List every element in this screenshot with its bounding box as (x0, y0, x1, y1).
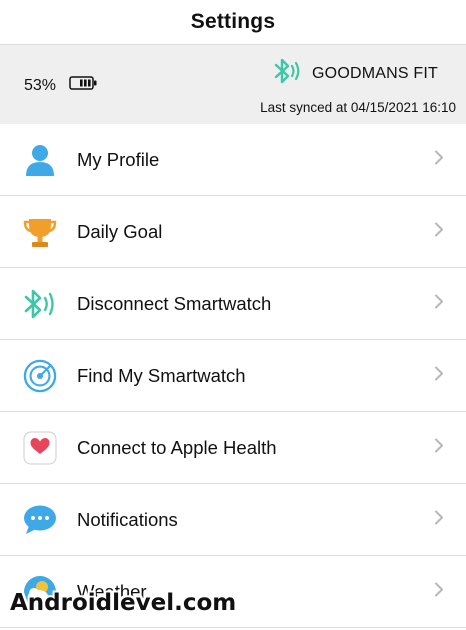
chevron-right-icon (434, 437, 444, 458)
menu-item-label: Connect to Apple Health (77, 436, 277, 458)
page-title: Settings (190, 10, 276, 33)
chevron-right-icon (434, 365, 444, 386)
menu-item-label: Find My Smartwatch (77, 364, 246, 386)
bluetooth-icon (23, 287, 57, 321)
chevron-right-icon (434, 509, 444, 530)
device-name: GOODMANS FIT (312, 64, 438, 82)
menu-item-daily-goal[interactable]: Daily Goal (0, 196, 466, 268)
watermark-text: Androidlevel.com (10, 590, 237, 616)
chevron-right-icon (434, 149, 444, 170)
menu-item-disconnect-smartwatch[interactable]: Disconnect Smartwatch (0, 268, 466, 340)
chevron-right-icon (434, 581, 444, 602)
settings-list: My Profile Daily Goal Disconnect Smartwa… (0, 124, 466, 628)
chevron-right-icon (434, 293, 444, 314)
bluetooth-icon (272, 57, 302, 90)
menu-item-my-profile[interactable]: My Profile (0, 124, 466, 196)
menu-item-label: Notifications (77, 508, 178, 530)
chevron-right-icon (434, 221, 444, 242)
battery-percentage: 53% (24, 76, 57, 94)
menu-item-label: Disconnect Smartwatch (77, 292, 272, 314)
device-status-panel: 53% GOODMANS FIT Last synced at 04/15/20… (0, 44, 466, 124)
menu-item-label: Daily Goal (77, 220, 163, 242)
last-synced-text: Last synced at 04/15/2021 16:10 (260, 100, 456, 115)
connected-device: GOODMANS FIT (272, 57, 438, 90)
health-heart-icon (23, 430, 57, 465)
menu-item-label: My Profile (77, 148, 160, 170)
battery-status: 53% (24, 76, 97, 95)
menu-item-notifications[interactable]: Notifications (0, 484, 466, 556)
menu-item-apple-health[interactable]: Connect to Apple Health (0, 412, 466, 484)
chat-bubble-icon (23, 503, 57, 537)
battery-icon (69, 76, 97, 95)
menu-item-find-my-smartwatch[interactable]: Find My Smartwatch (0, 340, 466, 412)
person-icon (23, 143, 57, 177)
trophy-icon (23, 215, 57, 249)
radar-icon (23, 359, 57, 393)
header-bar: Settings (0, 0, 466, 44)
